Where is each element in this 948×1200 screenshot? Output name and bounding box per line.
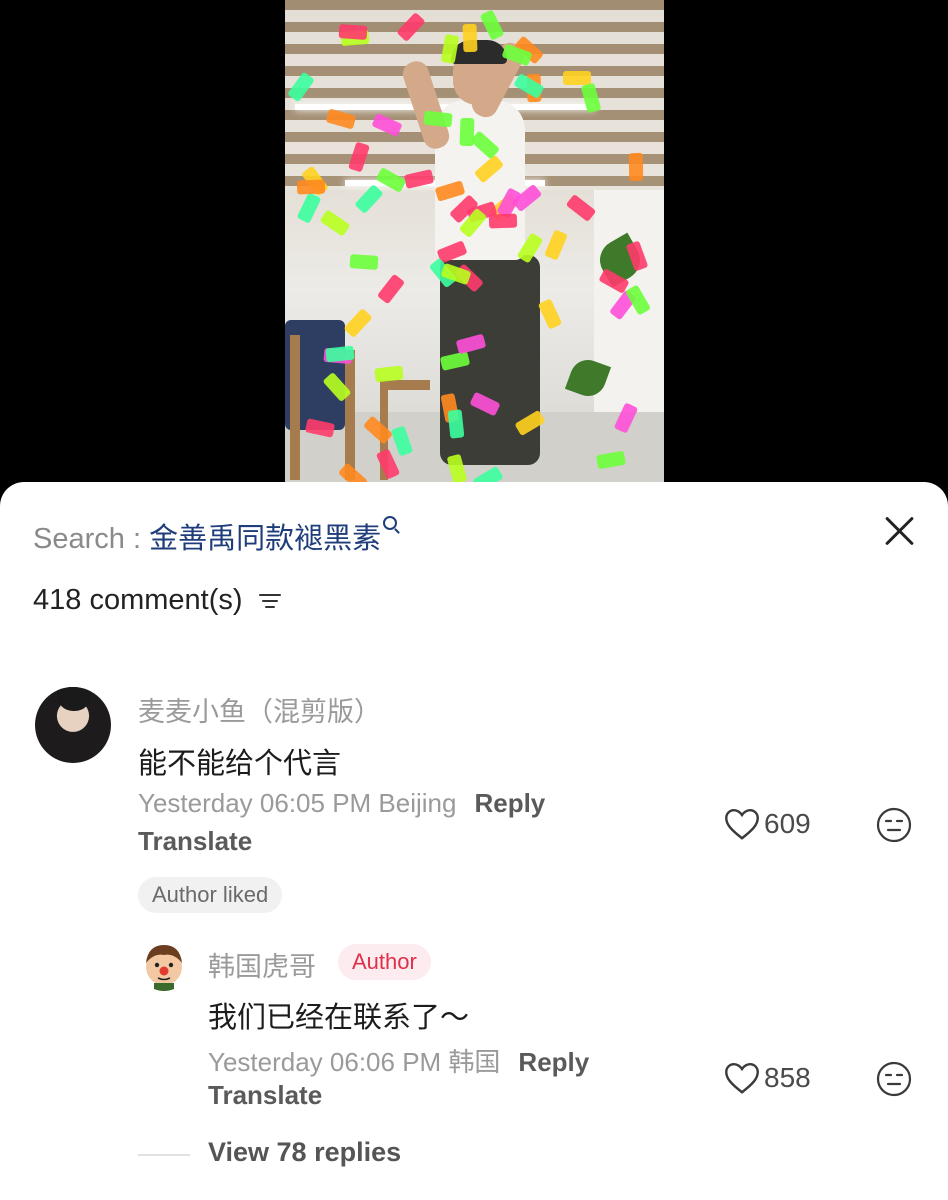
confetti-piece bbox=[447, 409, 465, 439]
dislike-icon[interactable] bbox=[876, 1061, 912, 1097]
confetti-piece bbox=[349, 254, 379, 270]
reply-username[interactable]: 韩国虎哥 bbox=[208, 945, 316, 984]
confetti-piece bbox=[296, 192, 322, 224]
translate-button[interactable]: Translate bbox=[138, 826, 252, 857]
comment-meta: Yesterday 06:05 PM Beijing Reply bbox=[138, 788, 545, 819]
video-player[interactable] bbox=[0, 0, 948, 500]
like-count: 858 bbox=[764, 1062, 811, 1093]
confetti-piece bbox=[296, 179, 326, 195]
confetti-piece bbox=[628, 152, 644, 182]
comment-text: 能不能给个代言 bbox=[138, 748, 342, 780]
sort-icon[interactable] bbox=[258, 591, 283, 611]
search-query-link[interactable]: 金善禹同款褪黑素 bbox=[149, 523, 381, 555]
comment-count: 418 comment(s) bbox=[33, 584, 243, 616]
confetti-piece bbox=[423, 110, 453, 128]
cartoon-avatar-icon bbox=[146, 945, 182, 991]
confetti-piece bbox=[537, 298, 563, 330]
like-button[interactable]: 609 bbox=[724, 807, 811, 841]
author-liked-badge: Author liked bbox=[138, 877, 283, 913]
reply-meta: Yesterday 06:06 PM 韩国 Reply bbox=[208, 1042, 589, 1079]
confetti-piece bbox=[462, 23, 478, 53]
translate-button[interactable]: Translate bbox=[208, 1080, 322, 1111]
dislike-icon[interactable] bbox=[876, 807, 912, 843]
heart-icon bbox=[725, 1062, 759, 1094]
chair-leg bbox=[345, 350, 355, 480]
confetti-piece bbox=[563, 71, 591, 85]
search-prefix: Search : bbox=[33, 523, 150, 555]
search-icon bbox=[383, 516, 398, 530]
author-avatar[interactable] bbox=[138, 939, 190, 991]
confetti-piece bbox=[319, 209, 351, 237]
confetti-piece bbox=[374, 365, 404, 383]
confetti-piece bbox=[343, 307, 373, 339]
reply-button[interactable]: Reply bbox=[518, 1047, 589, 1077]
chair-leg bbox=[290, 335, 300, 480]
avatar[interactable] bbox=[35, 687, 111, 763]
like-count: 609 bbox=[764, 808, 811, 839]
confetti-piece bbox=[325, 345, 355, 363]
reply-timestamp: Yesterday 06:06 PM 韩国 bbox=[208, 1047, 501, 1077]
close-button[interactable] bbox=[878, 510, 920, 552]
person-hair bbox=[451, 40, 507, 64]
comment-count-row: 418 comment(s) bbox=[33, 580, 283, 620]
reply-button[interactable]: Reply bbox=[474, 788, 545, 818]
view-replies-button[interactable]: View 78 replies bbox=[208, 1137, 401, 1168]
comment-timestamp: Yesterday 06:05 PM Beijing bbox=[138, 788, 457, 818]
comment-username[interactable]: 麦麦小鱼（混剪版） bbox=[138, 690, 381, 729]
video-frame bbox=[285, 0, 664, 482]
confetti-piece bbox=[338, 24, 368, 40]
confetti-piece bbox=[376, 273, 406, 305]
confetti-piece bbox=[565, 193, 597, 223]
search-suggestion[interactable]: Search : 金善禹同款褪黑素 bbox=[33, 516, 398, 559]
heart-icon bbox=[725, 808, 759, 840]
reply-text: 我们已经在联系了～ bbox=[208, 1002, 470, 1034]
comments-sheet: Search : 金善禹同款褪黑素 418 comment(s) 麦麦小鱼（混剪… bbox=[0, 482, 948, 1200]
author-badge: Author bbox=[338, 944, 431, 980]
confetti-piece bbox=[544, 229, 568, 261]
replies-divider bbox=[138, 1154, 190, 1156]
like-button[interactable]: 858 bbox=[724, 1061, 811, 1095]
